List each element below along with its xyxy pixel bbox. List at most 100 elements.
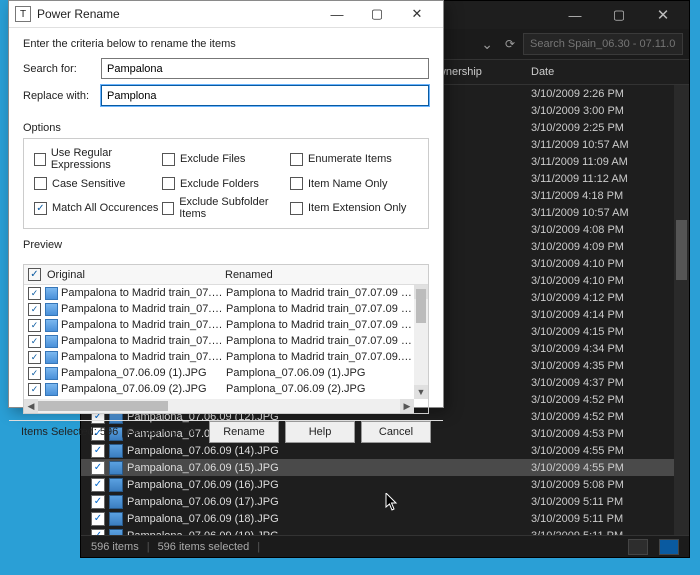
- file-date: 3/10/2009 4:14 PM: [531, 309, 689, 321]
- preview-vscroll[interactable]: ▲ ▼: [414, 285, 428, 399]
- preview-row[interactable]: ✓Pampalona to Madrid train_07.07.09...Pa…: [24, 285, 428, 301]
- opt-match-all[interactable]: ✓Match All Occurences: [34, 196, 162, 220]
- preview-row-checkbox[interactable]: ✓: [28, 383, 41, 396]
- refresh-icon[interactable]: ⟳: [501, 35, 519, 53]
- preview-row[interactable]: ✓Pampalona to Madrid train_07.07.09...Pa…: [24, 349, 428, 365]
- replace-with-input[interactable]: [101, 85, 429, 106]
- row-checkbox[interactable]: ✓: [91, 512, 105, 526]
- image-file-icon: [45, 303, 58, 316]
- preview-header: ✓ Original Renamed: [24, 265, 428, 285]
- row-checkbox[interactable]: ✓: [91, 495, 105, 509]
- scrollbar-thumb[interactable]: [676, 220, 687, 280]
- file-row[interactable]: ✓Pampalona_07.06.09 (16).JPG3/10/2009 5:…: [81, 476, 689, 493]
- image-file-icon: [109, 495, 123, 509]
- file-date: 3/10/2009 2:25 PM: [531, 122, 689, 134]
- file-date: 3/10/2009 2:26 PM: [531, 88, 689, 100]
- opt-exclude-subfolder[interactable]: Exclude Subfolder Items: [162, 196, 290, 220]
- preview-row-checkbox[interactable]: ✓: [28, 351, 41, 364]
- opt-exclude-files[interactable]: Exclude Files: [162, 147, 290, 171]
- power-rename-dialog: T Power Rename — ▢ ✕ Enter the criteria …: [8, 0, 444, 408]
- col-date[interactable]: Date: [531, 66, 689, 78]
- renamed-name: Pamplona_07.06.09 (2).JPG: [226, 383, 428, 395]
- scroll-right-icon[interactable]: ▶: [400, 399, 414, 413]
- preview-vscroll-thumb[interactable]: [416, 289, 426, 323]
- replace-with-label: Replace with:: [23, 90, 101, 102]
- opt-case-sensitive[interactable]: Case Sensitive: [34, 177, 162, 190]
- close-button[interactable]: ✕: [641, 1, 685, 29]
- opt-enumerate-items[interactable]: Enumerate Items: [290, 147, 418, 171]
- file-name: Pampalona_07.06.09 (15).JPG: [127, 462, 531, 474]
- status-count: 596 items: [91, 541, 139, 553]
- file-date: 3/10/2009 4:53 PM: [531, 428, 689, 440]
- file-row[interactable]: ✓Pampalona_07.06.09 (18).JPG3/10/2009 5:…: [81, 510, 689, 527]
- opt-exclude-folders[interactable]: Exclude Folders: [162, 177, 290, 190]
- file-date: 3/10/2009 4:55 PM: [531, 462, 689, 474]
- original-name: Pampalona to Madrid train_07.07.09...: [61, 287, 226, 299]
- pr-maximize-button[interactable]: ▢: [357, 1, 397, 27]
- renamed-name: Pamplona to Madrid train_07.07.09 (4).JP…: [226, 335, 428, 347]
- preview-row[interactable]: ✓ Pampalona_07.06.09 (2).JPGPamplona_07.0…: [24, 381, 428, 397]
- vertical-scrollbar[interactable]: [674, 85, 689, 535]
- file-date: 3/10/2009 4:15 PM: [531, 326, 689, 338]
- original-name: Pampalona_07.06.09 (2).JPG: [61, 383, 226, 395]
- file-date: 3/10/2009 4:10 PM: [531, 275, 689, 287]
- help-button[interactable]: Help: [285, 421, 355, 443]
- preview-hscroll-thumb[interactable]: [38, 401, 168, 411]
- maximize-button[interactable]: ▢: [597, 1, 641, 29]
- file-date: 3/10/2009 4:55 PM: [531, 445, 689, 457]
- file-name: Pampalona_07.06.09 (17).JPG: [127, 496, 531, 508]
- preview-row[interactable]: ✓Pampalona to Madrid train_07.07.09...Pa…: [24, 317, 428, 333]
- status-bar: 596 items | 596 items selected |: [81, 535, 689, 557]
- file-date: 3/10/2009 4:09 PM: [531, 241, 689, 253]
- search-input[interactable]: [523, 33, 683, 55]
- pr-close-button[interactable]: ✕: [397, 1, 437, 27]
- file-date: 3/10/2009 4:52 PM: [531, 394, 689, 406]
- preview-row-checkbox[interactable]: ✓: [28, 335, 41, 348]
- file-date: 3/11/2009 11:09 AM: [531, 156, 689, 168]
- col-renamed[interactable]: Renamed: [225, 269, 273, 281]
- file-row[interactable]: ✓Pampalona_07.06.09 (17).JPG3/10/2009 5:…: [81, 493, 689, 510]
- status-selected: 596 items selected: [158, 541, 250, 553]
- scroll-left-icon[interactable]: ◀: [24, 399, 38, 413]
- renamed-name: Pamplona to Madrid train_07.07.09 (3).JP…: [226, 319, 428, 331]
- opt-item-name-only[interactable]: Item Name Only: [290, 177, 418, 190]
- rename-button[interactable]: Rename: [209, 421, 279, 443]
- pr-titlebar: T Power Rename — ▢ ✕: [9, 1, 443, 28]
- image-file-icon: [45, 287, 58, 300]
- pr-minimize-button[interactable]: —: [317, 1, 357, 27]
- view-list-button[interactable]: [659, 539, 679, 555]
- opt-use-regex[interactable]: Use Regular Expressions: [34, 147, 162, 171]
- preview-row[interactable]: ✓Pampalona to Madrid train_07.07.09...Pa…: [24, 333, 428, 349]
- file-date: 3/10/2009 5:11 PM: [531, 530, 689, 536]
- file-row[interactable]: ✓Pampalona_07.06.09 (19).JPG3/10/2009 5:…: [81, 527, 689, 535]
- preview-row-checkbox[interactable]: ✓: [28, 303, 41, 316]
- preview-row[interactable]: ✓Pampalona_07.06.09 (1).JPGPamplona_07.0…: [24, 365, 428, 381]
- minimize-button[interactable]: —: [553, 1, 597, 29]
- opt-item-ext-only[interactable]: Item Extension Only: [290, 196, 418, 220]
- dialog-title: Power Rename: [37, 7, 317, 21]
- image-file-icon: [45, 367, 58, 380]
- options-group: Use Regular Expressions Exclude Files En…: [23, 138, 429, 229]
- preview-row[interactable]: ✓Pampalona to Madrid train_07.07.09...Pa…: [24, 301, 428, 317]
- view-details-button[interactable]: [628, 539, 648, 555]
- footer-status: Items Selected: 596 | Renaming: 68: [21, 426, 203, 438]
- preview-select-all[interactable]: ✓: [28, 268, 41, 281]
- row-checkbox[interactable]: ✓: [91, 444, 105, 458]
- file-date: 3/10/2009 4:52 PM: [531, 411, 689, 423]
- search-for-input[interactable]: [101, 58, 429, 79]
- row-checkbox[interactable]: ✓: [91, 478, 105, 492]
- preview-row-checkbox[interactable]: ✓: [28, 319, 41, 332]
- image-file-icon: [45, 319, 58, 332]
- row-checkbox[interactable]: ✓: [91, 529, 105, 536]
- scroll-down-icon[interactable]: ▼: [414, 385, 428, 399]
- file-row[interactable]: ✓Pampalona_07.06.09 (14).JPG3/10/2009 4:…: [81, 442, 689, 459]
- preview-row-checkbox[interactable]: ✓: [28, 287, 41, 300]
- col-original[interactable]: Original: [47, 269, 225, 281]
- options-title: Options: [23, 122, 429, 134]
- chevron-down-icon[interactable]: ⌄: [477, 34, 497, 55]
- cancel-button[interactable]: Cancel: [361, 421, 431, 443]
- preview-row-checkbox[interactable]: ✓: [28, 367, 41, 380]
- row-checkbox[interactable]: ✓: [91, 461, 105, 475]
- preview-hscroll[interactable]: ◀ ▶: [24, 399, 414, 413]
- file-row[interactable]: ✓ Pampalona_07.06.09 (15).JPG3/10/2009 4:…: [81, 459, 689, 476]
